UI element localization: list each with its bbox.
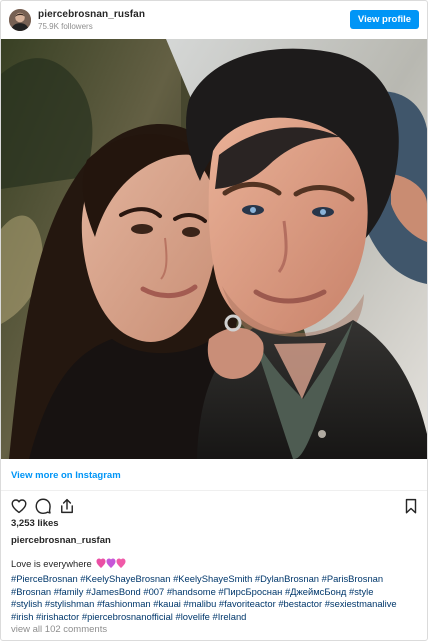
post-image[interactable] bbox=[1, 39, 427, 459]
share-upload-icon[interactable] bbox=[58, 497, 76, 515]
post-actions bbox=[1, 495, 427, 515]
caption-text-line: Love is everywhere bbox=[11, 558, 419, 573]
instagram-embed-card: piercebrosnan_rusfan 75.9K followers Vie… bbox=[0, 0, 428, 641]
post-header: piercebrosnan_rusfan 75.9K followers Vie… bbox=[1, 1, 427, 39]
follower-count: 75.9K followers bbox=[38, 22, 93, 31]
hashtag-line[interactable]: #PierceBrosnan #KeelyShayeBrosnan #Keely… bbox=[11, 573, 419, 586]
view-all-comments-link[interactable]: view all 102 comments bbox=[11, 624, 107, 635]
view-more-link[interactable]: View more on Instagram bbox=[11, 470, 121, 481]
view-profile-button[interactable]: View profile bbox=[350, 10, 419, 29]
caption-username[interactable]: piercebrosnan_rusfan bbox=[11, 535, 111, 546]
post-caption: Love is everywhere #PierceBrosnan #Keely… bbox=[11, 558, 419, 624]
view-more-bar: View more on Instagram bbox=[1, 459, 427, 491]
hashtag-line[interactable]: #Brosnan #family #JamesBond #007 #handso… bbox=[11, 586, 419, 599]
hashtag-line[interactable]: #irish #irishactor #piercebrosnanofficia… bbox=[11, 611, 419, 624]
caption-text: Love is everywhere bbox=[11, 558, 92, 569]
profile-username[interactable]: piercebrosnan_rusfan bbox=[38, 9, 145, 20]
comment-bubble-icon[interactable] bbox=[34, 497, 52, 515]
like-count[interactable]: 3,253 likes bbox=[11, 518, 59, 529]
hashtag-line[interactable]: #stylish #stylishman #fashionman #kauai … bbox=[11, 598, 419, 611]
bookmark-outline-icon[interactable] bbox=[402, 497, 420, 515]
heart-outline-icon[interactable] bbox=[10, 497, 28, 515]
hearts-emoji-icon bbox=[96, 558, 126, 573]
profile-avatar[interactable] bbox=[9, 9, 31, 31]
